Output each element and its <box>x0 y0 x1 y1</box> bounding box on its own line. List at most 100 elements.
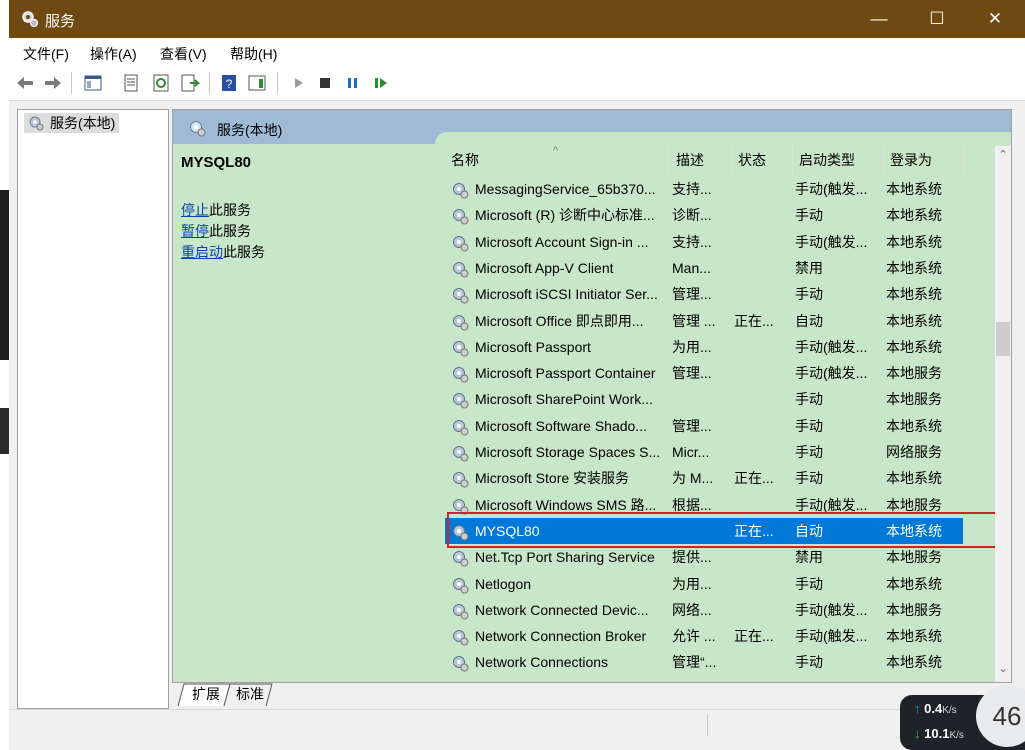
service-gear-icon <box>453 367 469 383</box>
stop-service-icon[interactable] <box>315 73 335 93</box>
view-tabs: 扩展 标准 <box>172 683 1010 707</box>
restart-service-action: 重启动此服务 <box>181 242 265 262</box>
service-gear-icon <box>453 551 469 567</box>
service-log-on-as: 本地系统 <box>886 259 942 276</box>
tab-extended[interactable]: 扩展 <box>186 683 226 705</box>
service-gear-icon <box>453 524 469 541</box>
table-row[interactable]: Microsoft Windows SMS 路... 根据... 手动(触发... 本… <box>445 492 963 518</box>
toolbar-separator <box>71 72 72 94</box>
table-row[interactable]: Microsoft Passport 为用... 手动(触发... 本地系统 <box>445 334 963 360</box>
toolbar-separator-2 <box>209 72 210 94</box>
help-icon[interactable]: ? <box>219 73 239 93</box>
service-log-on-as: 本地系统 <box>886 207 942 224</box>
table-row[interactable]: Netlogon 为用... 手动 本地系统 <box>445 571 963 597</box>
close-button[interactable]: ✕ <box>966 0 1024 38</box>
service-name: Microsoft Account Sign-in ... <box>475 233 649 250</box>
usage-gauge: 46 <box>976 685 1025 747</box>
table-row[interactable]: Microsoft Account Sign-in ... 支持... 手动(触发.… <box>445 229 963 255</box>
refresh-icon[interactable] <box>151 73 171 93</box>
download-speed-unit: K/s <box>949 730 964 741</box>
action-suffix: 此服务 <box>223 244 265 260</box>
service-status: 正在... <box>734 470 774 487</box>
title-bar[interactable]: 服务 — ☐ ✕ <box>9 0 1025 38</box>
pause-service-link[interactable]: 暂停 <box>181 223 209 239</box>
service-log-on-as: 本地系统 <box>886 181 942 197</box>
service-description: 管理... <box>672 365 712 382</box>
service-startup-type: 手动(触发... <box>795 233 868 250</box>
start-service-icon[interactable] <box>289 73 309 93</box>
restart-service-link[interactable]: 重启动 <box>181 244 223 260</box>
service-startup-type: 禁用 <box>795 259 823 276</box>
service-startup-type: 手动 <box>795 444 823 460</box>
table-row[interactable]: Microsoft (R) 诊断中心标准... 诊断... 手动 本地系统 <box>445 202 963 228</box>
properties-icon[interactable] <box>121 73 141 93</box>
tab-standard[interactable]: 标准 <box>230 683 270 705</box>
tree-item-services-local[interactable]: 服务(本地) <box>24 113 120 133</box>
service-name: Microsoft Passport Container <box>475 365 656 382</box>
service-description: 支持... <box>672 181 712 197</box>
table-row[interactable]: Network Connected Devic... 网络... 手动(触发... 本… <box>445 597 963 623</box>
restart-service-icon[interactable] <box>371 73 391 93</box>
maximize-button[interactable]: ☐ <box>908 0 966 38</box>
service-log-on-as: 本地系统 <box>886 286 942 303</box>
pause-service-action: 暂停此服务 <box>181 221 251 241</box>
table-row[interactable]: Microsoft Software Shado... 管理... 手动 本地系统 <box>445 413 963 439</box>
pause-service-icon[interactable] <box>343 73 363 93</box>
table-row[interactable]: Microsoft Storage Spaces S... Micr... 手动 网络… <box>445 439 963 465</box>
network-speed-widget[interactable]: ↑ 0.4K/s ↓ 10.1K/s 46 <box>900 685 1025 750</box>
column-header-log-on-as-label: 登录为 <box>890 152 932 168</box>
service-name: Microsoft Storage Spaces S... <box>475 444 661 460</box>
service-startup-type: 自动 <box>795 312 823 329</box>
vertical-scrollbar[interactable]: ⌃ ⌄ <box>995 146 1011 682</box>
service-log-on-as: 本地服务 <box>886 365 942 382</box>
service-log-on-as: 本地系统 <box>886 628 942 645</box>
table-row[interactable]: Microsoft SharePoint Work... 手动 本地服务 <box>445 386 963 412</box>
table-row[interactable]: Microsoft App-V Client Man... 禁用 本地系统 <box>445 255 963 281</box>
stop-service-link[interactable]: 停止 <box>181 202 209 218</box>
table-row[interactable]: Microsoft Store 安装服务 为 M... 正在... 手动 本地系统 <box>445 465 963 491</box>
export-list-icon[interactable] <box>180 73 200 93</box>
table-row[interactable]: Net.Tcp Port Sharing Service 提供... 禁用 本地服务 <box>445 544 963 570</box>
service-startup-type: 自动 <box>795 522 823 539</box>
column-header-name[interactable]: 名称 ^ <box>445 145 669 174</box>
column-header-name-label: 名称 <box>451 152 479 168</box>
minimize-button[interactable]: — <box>850 0 908 38</box>
service-description: 网络... <box>672 601 712 618</box>
column-header-description[interactable]: 描述 <box>670 146 732 174</box>
menu-help[interactable]: 帮助(H) <box>230 44 277 64</box>
show-hide-action-pane-icon[interactable] <box>247 73 267 93</box>
download-arrow-icon: ↓ <box>914 726 921 741</box>
table-row[interactable]: Microsoft iSCSI Initiator Ser... 管理... 手动 本… <box>445 281 963 307</box>
table-row[interactable]: Network Connection Broker 允许 ... 正在... 手动(触… <box>445 623 963 649</box>
show-hide-console-tree-icon[interactable] <box>83 73 103 93</box>
column-header-log-on-as[interactable]: 登录为 <box>884 146 964 174</box>
service-description: 诊断... <box>672 207 712 224</box>
table-row[interactable]: MessagingService_65b370... 支持... 手动(触发... 本… <box>445 176 963 202</box>
status-separator <box>707 714 708 736</box>
table-row[interactable]: Microsoft Passport Container 管理... 手动(触发..… <box>445 360 963 386</box>
service-description: Man... <box>672 259 711 276</box>
table-row[interactable]: Network Connections 管理“... 手动 本地系统 <box>445 649 963 675</box>
service-log-on-as: 本地服务 <box>886 391 942 408</box>
service-description: 为 M... <box>672 470 714 487</box>
table-row-selected[interactable]: MYSQL80 正在... 自动 本地系统 <box>445 517 963 544</box>
table-row[interactable]: Microsoft Office 即点即用... 管理 ... 正在... 自动 本地系… <box>445 308 963 334</box>
service-description: 允许 ... <box>672 628 716 645</box>
svg-text:?: ? <box>226 77 233 91</box>
tree-item-label: 服务(本地) <box>50 115 116 131</box>
forward-icon[interactable] <box>43 73 63 93</box>
scroll-down-icon[interactable]: ⌄ <box>995 660 1011 678</box>
scrollbar-thumb[interactable] <box>996 322 1010 356</box>
scroll-up-icon[interactable]: ⌃ <box>995 146 1011 164</box>
menu-view[interactable]: 查看(V) <box>160 44 207 64</box>
back-icon[interactable] <box>15 73 35 93</box>
column-header-status[interactable]: 状态 <box>732 146 793 174</box>
column-header-startup-type[interactable]: 启动类型 <box>793 146 884 174</box>
pane-header-title: 服务(本地) <box>217 122 283 138</box>
service-description: 管理... <box>672 417 712 434</box>
menu-file[interactable]: 文件(F) <box>23 44 69 64</box>
menu-action[interactable]: 操作(A) <box>90 44 137 64</box>
service-name: Net.Tcp Port Sharing Service <box>475 549 655 566</box>
service-name: Microsoft SharePoint Work... <box>475 391 653 408</box>
service-name: Microsoft Windows SMS 路... <box>475 496 657 513</box>
